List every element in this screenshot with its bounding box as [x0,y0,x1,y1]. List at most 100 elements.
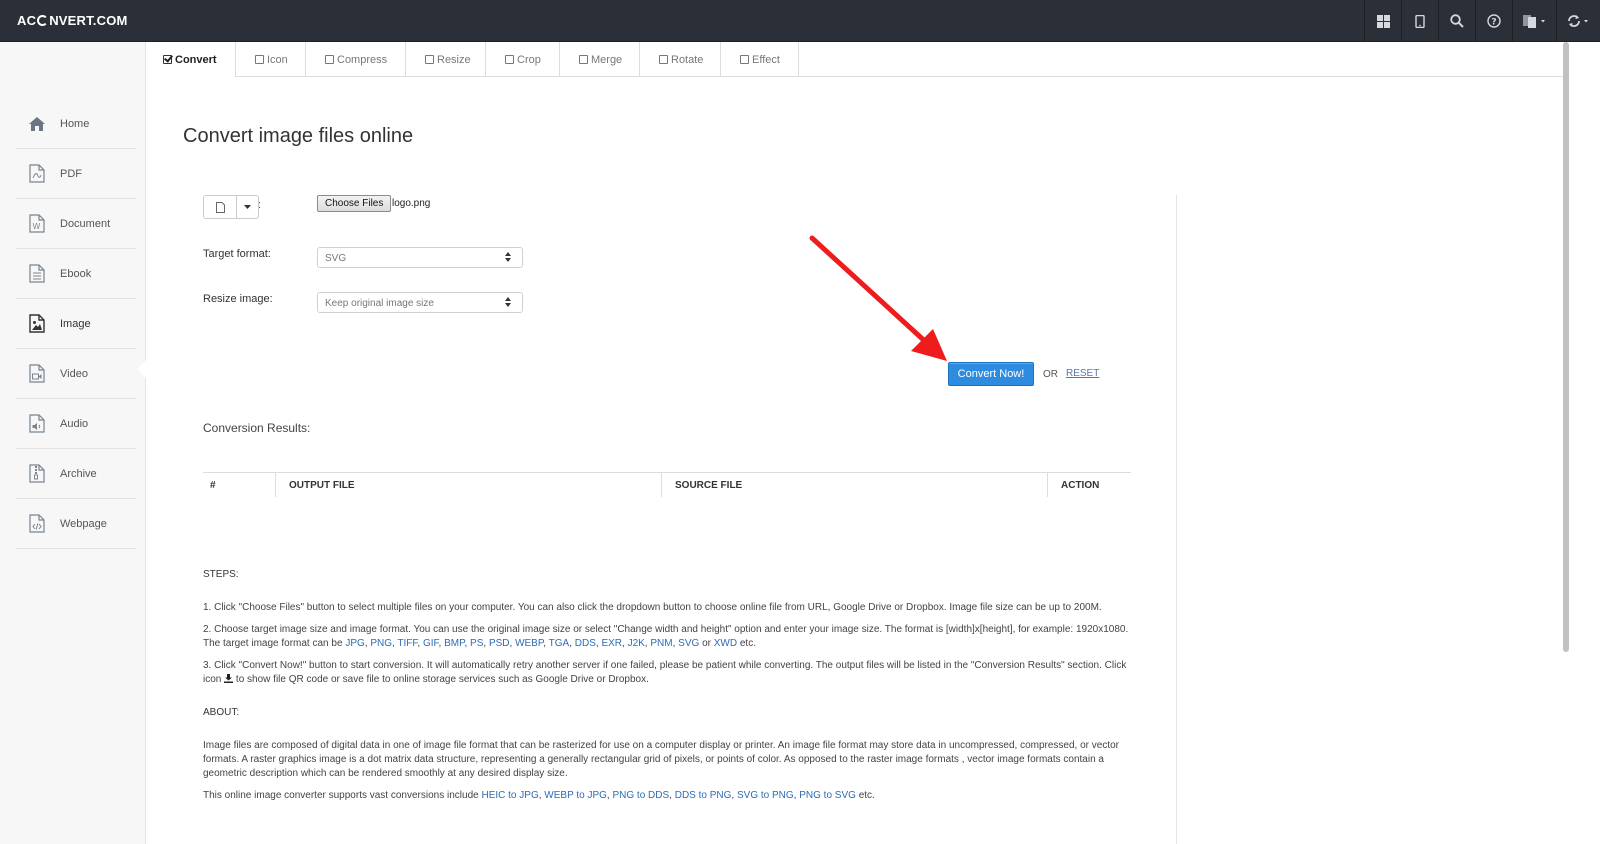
format-link-png[interactable]: PNG [370,638,392,649]
conversion-link-png-to-svg[interactable]: PNG to SVG [799,790,856,801]
conversion-link-webp-to-jpg[interactable]: WEBP to JPG [544,790,607,801]
ebook-file-icon [27,264,47,284]
supported-conversions-intro: This online image converter supports vas… [203,790,479,801]
site-logo[interactable]: AC NVERT.COM [17,13,128,28]
topbar-icon-group: ? [1364,0,1600,42]
tab-convert[interactable]: Convert [146,42,236,77]
format-link-bmp[interactable]: BMP [444,638,464,649]
format-link-svg[interactable]: SVG [678,638,699,649]
sidebar-item-ebook[interactable]: Ebook [16,249,136,299]
file-source-dropdown[interactable] [237,196,258,218]
tab-crop[interactable]: Crop [486,42,560,77]
sidebar-item-webpage[interactable]: Webpage [16,499,136,549]
format-link-exr[interactable]: EXR [601,638,622,649]
tab-icon[interactable]: Icon [236,42,306,77]
download-icon [224,674,234,683]
conversion-results-label: Conversion Results: [203,421,311,435]
file-icon [215,201,225,213]
select-arrows-icon [505,252,511,264]
resize-image-label: Resize image: [203,293,273,305]
logo-text-right: NVERT.COM [49,13,128,28]
sidebar-item-document[interactable]: W Document [16,199,136,249]
target-format-label: Target format: [203,248,271,260]
format-link-xwd[interactable]: XWD [714,638,737,649]
format-link-ps[interactable]: PS [470,638,483,649]
tablet-icon[interactable] [1401,0,1438,42]
tab-label: Icon [267,53,288,66]
format-link-tga[interactable]: TGA [549,638,570,649]
tab-compress[interactable]: Compress [306,42,406,77]
sidebar-item-home[interactable]: Home [16,99,136,149]
logo-text-left: AC [17,13,37,28]
sidebar-item-label: Archive [60,467,97,480]
resize-image-select[interactable]: Keep original image size [317,292,523,313]
format-link-psd[interactable]: PSD [489,638,510,649]
word-file-icon: W [27,214,47,234]
language-icon[interactable] [1512,0,1556,42]
sidebar-item-label: Image [60,317,91,330]
file-source-button[interactable] [204,196,237,218]
sidebar-item-label: Home [60,117,90,130]
conversion-link-dds-to-png[interactable]: DDS to PNG [675,790,732,801]
grid-icon[interactable] [1364,0,1401,42]
step-2-text: 2. Choose target image size and image fo… [203,624,1129,649]
checkbox-checked-icon [163,55,172,64]
target-format-select[interactable]: SVG [317,247,523,268]
format-link-webp[interactable]: WEBP [515,638,543,649]
table-header-action: ACTION [1047,473,1131,497]
or-separator: OR [1043,369,1058,380]
tab-rotate[interactable]: Rotate [640,42,721,77]
file-source-button-group [203,195,259,219]
format-link-dds[interactable]: DDS [575,638,596,649]
tab-resize[interactable]: Resize [406,42,486,77]
about-paragraph: Image files are composed of digital data… [203,740,1120,779]
step-3-body-end: to show file QR code or save file to onl… [235,674,649,685]
resize-image-value: Keep original image size [325,298,434,309]
archive-file-icon [27,464,47,484]
conversion-link-png-to-dds[interactable]: PNG to DDS [612,790,669,801]
convert-now-button[interactable]: Convert Now! [948,362,1034,386]
red-arrow-annotation [809,235,947,361]
top-navbar: AC NVERT.COM ? [0,0,1600,42]
checkbox-icon [505,55,514,64]
sidebar-item-archive[interactable]: Archive [16,449,136,499]
format-link-j2k[interactable]: J2K [628,638,645,649]
table-header-number: # [210,480,216,491]
format-link-gif[interactable]: GIF [423,638,439,649]
svg-text:W: W [33,222,41,231]
format-link-tiff[interactable]: TIFF [397,638,417,649]
checkbox-icon [579,55,588,64]
format-link-pnm[interactable]: PNM [650,638,672,649]
tab-label: Rotate [671,53,704,66]
sidebar-item-pdf[interactable]: PDF [16,149,136,199]
page-scrollbar[interactable] [1563,42,1569,652]
tab-label: Crop [517,53,541,66]
sidebar-item-audio[interactable]: Audio [16,399,136,449]
reset-link[interactable]: RESET [1066,368,1099,379]
video-file-icon [27,364,47,384]
format-link-jpg[interactable]: JPG [345,638,364,649]
sidebar-item-video[interactable]: Video [16,349,136,399]
home-icon [27,114,47,134]
caret-down-icon [244,205,251,209]
search-icon[interactable] [1438,0,1475,42]
step-2-or: or [702,638,711,649]
tab-label: Merge [591,53,623,66]
tab-effect[interactable]: Effect [721,42,799,77]
steps-heading: STEPS: [203,569,239,580]
choose-files-button[interactable]: Choose Files [317,195,392,212]
tab-label: Resize [437,53,471,66]
select-arrows-icon [505,297,511,309]
table-header-output-file: OUTPUT FILE [275,473,661,497]
refresh-icon[interactable] [1556,0,1600,42]
tab-merge[interactable]: Merge [560,42,640,77]
image-file-icon [27,314,47,334]
sidebar: Home PDF W Document Ebook Image Video Au… [0,42,146,844]
content-divider [1176,195,1177,844]
conversion-link-heic-to-jpg[interactable]: HEIC to JPG [481,790,538,801]
sidebar-item-label: Document [60,217,111,230]
sidebar-item-image[interactable]: Image [16,299,136,349]
help-icon[interactable]: ? [1475,0,1512,42]
conversion-link-svg-to-png[interactable]: SVG to PNG [737,790,794,801]
sidebar-item-label: Ebook [60,267,92,280]
